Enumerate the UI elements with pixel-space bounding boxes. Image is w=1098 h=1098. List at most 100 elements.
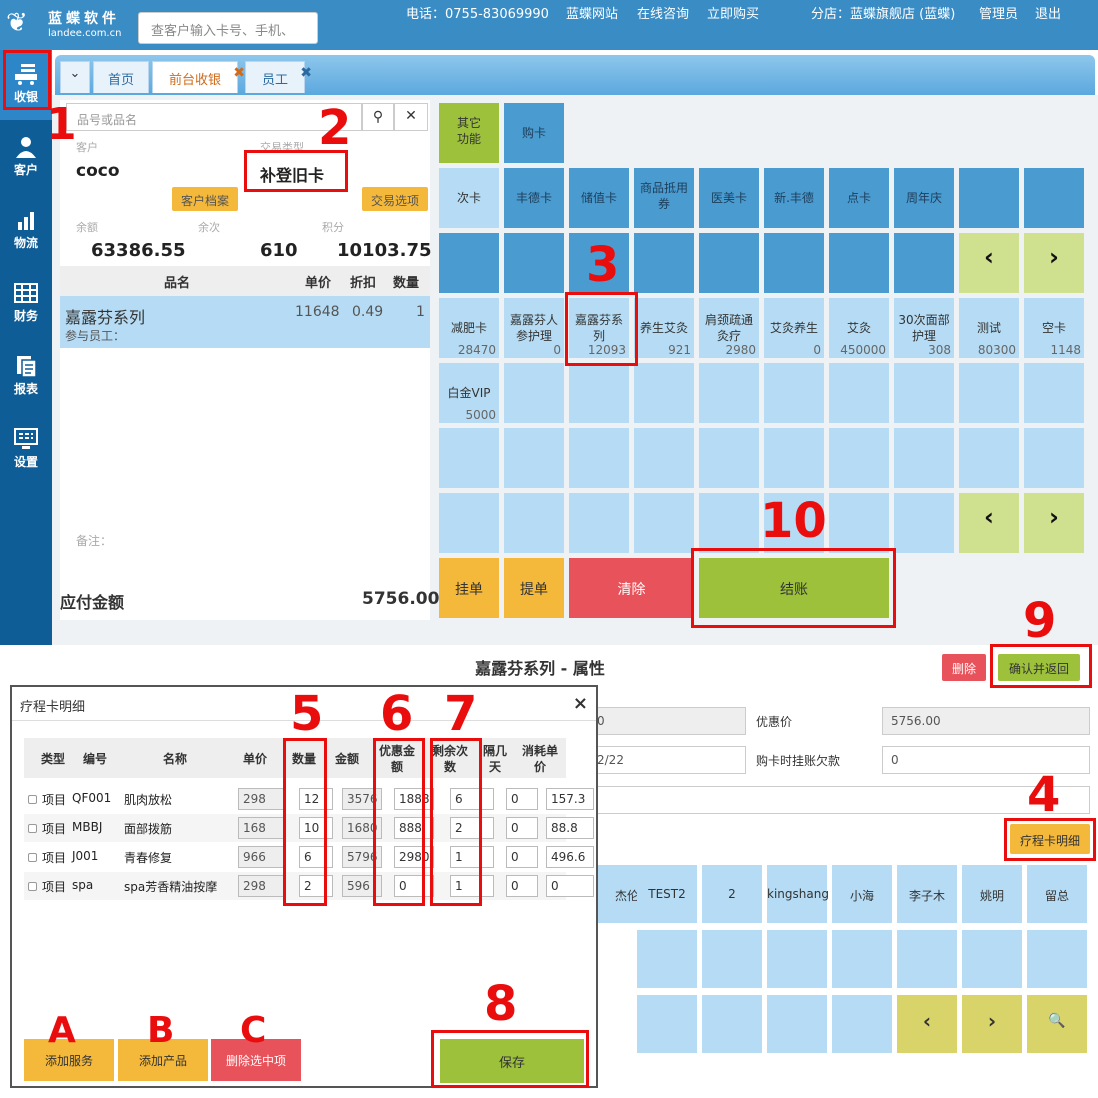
category-tile[interactable] [439, 233, 499, 293]
category-tile[interactable] [764, 233, 824, 293]
tab-home[interactable]: 首页 [93, 61, 149, 93]
card-tile[interactable]: 艾灸养生 0 [764, 298, 824, 358]
customer-search-input[interactable]: 查客户输入卡号、手机、 [138, 12, 318, 44]
category-tile[interactable] [634, 233, 694, 293]
chevron-left-icon[interactable]: ‹ [959, 233, 1019, 293]
empty-staff-tile[interactable] [1027, 930, 1087, 988]
empty-tile[interactable] [764, 428, 824, 488]
empty-staff-tile[interactable] [767, 995, 827, 1053]
row-interval-input[interactable]: 0 [506, 817, 538, 839]
empty-tile[interactable] [634, 493, 694, 553]
trade-option-button[interactable]: 交易选项 [362, 187, 428, 211]
staff-tile[interactable]: 2 [702, 865, 762, 923]
tab-staff[interactable]: 员工 ✖ [245, 61, 312, 93]
logout-link[interactable]: 退出 [1035, 3, 1061, 22]
empty-staff-tile[interactable] [702, 995, 762, 1053]
row-unit-cost-input[interactable]: 0 [546, 875, 594, 897]
category-tile[interactable]: 商品抵用券 [634, 168, 694, 228]
card-tile[interactable]: 30次面部护理 308 [894, 298, 954, 358]
close-icon[interactable]: ✖ [300, 65, 312, 81]
empty-tile[interactable] [504, 363, 564, 423]
empty-tile[interactable] [959, 428, 1019, 488]
category-tile[interactable]: 储值卡 [569, 168, 629, 228]
sidebar-item-logistics[interactable]: 物流 [0, 196, 52, 266]
card-tile[interactable]: 减肥卡 28470 [439, 298, 499, 358]
empty-tile[interactable] [634, 428, 694, 488]
category-tile[interactable]: 点卡 [829, 168, 889, 228]
clear-search-close-icon[interactable]: ✕ [394, 103, 428, 131]
empty-staff-tile[interactable] [702, 930, 762, 988]
empty-tile[interactable] [634, 363, 694, 423]
sidebar-item-customer[interactable]: 客户 [0, 123, 52, 193]
buy-now-link[interactable]: 立即购买 [707, 3, 759, 22]
note-field[interactable] [588, 786, 1090, 814]
card-tile[interactable]: 空卡 1148 [1024, 298, 1084, 358]
tab-cashier[interactable]: 前台收银 ✖ [152, 61, 245, 93]
empty-tile[interactable] [699, 363, 759, 423]
category-tile[interactable]: 新.丰德 [764, 168, 824, 228]
tab-menu-chevron-down-icon[interactable]: ⌄ [60, 61, 90, 93]
row-checkbox[interactable] [28, 882, 37, 891]
table-row[interactable]: 嘉露芬系列 参与员工： 11648 0.49 1 [60, 296, 430, 348]
staff-tile[interactable]: 留总 [1027, 865, 1087, 923]
empty-staff-tile[interactable] [832, 995, 892, 1053]
row-unit-cost-input[interactable]: 157.3 [546, 788, 594, 810]
sidebar-item-finance[interactable]: 财务 [0, 269, 52, 339]
admin-link[interactable]: 管理员 [979, 3, 1018, 22]
category-tile[interactable]: 丰德卡 [504, 168, 564, 228]
close-icon[interactable]: ✖ [233, 65, 245, 81]
empty-tile[interactable] [959, 363, 1019, 423]
chevron-right-icon[interactable]: › [1024, 493, 1084, 553]
date-field[interactable]: 2/22 [588, 746, 746, 774]
card-tile[interactable]: 白金VIP 5000 [439, 363, 499, 423]
empty-tile[interactable] [569, 428, 629, 488]
empty-tile[interactable] [829, 428, 889, 488]
category-tile[interactable] [829, 233, 889, 293]
discount-price-field[interactable]: 5756.00 [882, 707, 1090, 735]
row-unit-cost-input[interactable]: 496.6 [546, 846, 594, 868]
category-tile[interactable]: 次卡 [439, 168, 499, 228]
buy-card-button[interactable]: 购卡 [504, 103, 564, 163]
search-icon[interactable]: 🔍 [1027, 995, 1087, 1053]
chevron-left-icon[interactable]: ‹ [897, 995, 957, 1053]
pickup-order-button[interactable]: 提单 [504, 558, 564, 618]
empty-tile[interactable] [699, 428, 759, 488]
empty-tile[interactable] [894, 493, 954, 553]
category-tile[interactable] [894, 233, 954, 293]
row-checkbox[interactable] [28, 824, 37, 833]
empty-tile[interactable] [829, 363, 889, 423]
online-consult-link[interactable]: 在线咨询 [637, 3, 689, 22]
empty-staff-tile[interactable] [637, 930, 697, 988]
hold-order-button[interactable]: 挂单 [439, 558, 499, 618]
chevron-right-icon[interactable]: › [962, 995, 1022, 1053]
clear-button[interactable]: 清除 [569, 558, 694, 618]
empty-tile[interactable] [894, 428, 954, 488]
row-checkbox[interactable] [28, 853, 37, 862]
staff-tile[interactable]: 小海 [832, 865, 892, 923]
website-link[interactable]: 蓝蝶网站 [566, 3, 618, 22]
empty-tile[interactable] [504, 493, 564, 553]
empty-staff-tile[interactable] [897, 930, 957, 988]
category-tile[interactable] [1024, 168, 1084, 228]
search-icon[interactable]: ⚲ [362, 103, 394, 131]
sidebar-item-report[interactable]: 报表 [0, 342, 52, 412]
close-icon[interactable]: × [573, 693, 588, 714]
card-tile[interactable]: 测试 80300 [959, 298, 1019, 358]
property-field[interactable]: 0 [588, 707, 746, 735]
category-tile[interactable]: 医美卡 [699, 168, 759, 228]
row-unit-cost-input[interactable]: 88.8 [546, 817, 594, 839]
empty-tile[interactable] [569, 363, 629, 423]
empty-staff-tile[interactable] [962, 930, 1022, 988]
row-interval-input[interactable]: 0 [506, 788, 538, 810]
empty-tile[interactable] [894, 363, 954, 423]
staff-tile[interactable]: TEST2 [637, 865, 697, 923]
staff-tile[interactable]: kingshang [767, 865, 829, 923]
empty-tile[interactable] [439, 428, 499, 488]
card-tile[interactable]: 艾灸 450000 [829, 298, 889, 358]
category-tile[interactable]: 周年庆 [894, 168, 954, 228]
row-interval-input[interactable]: 0 [506, 875, 538, 897]
chevron-left-icon[interactable]: ‹ [959, 493, 1019, 553]
other-functions-button[interactable]: 其它功能 [439, 103, 499, 163]
row-interval-input[interactable]: 0 [506, 846, 538, 868]
staff-tile[interactable]: 李子木 [897, 865, 957, 923]
